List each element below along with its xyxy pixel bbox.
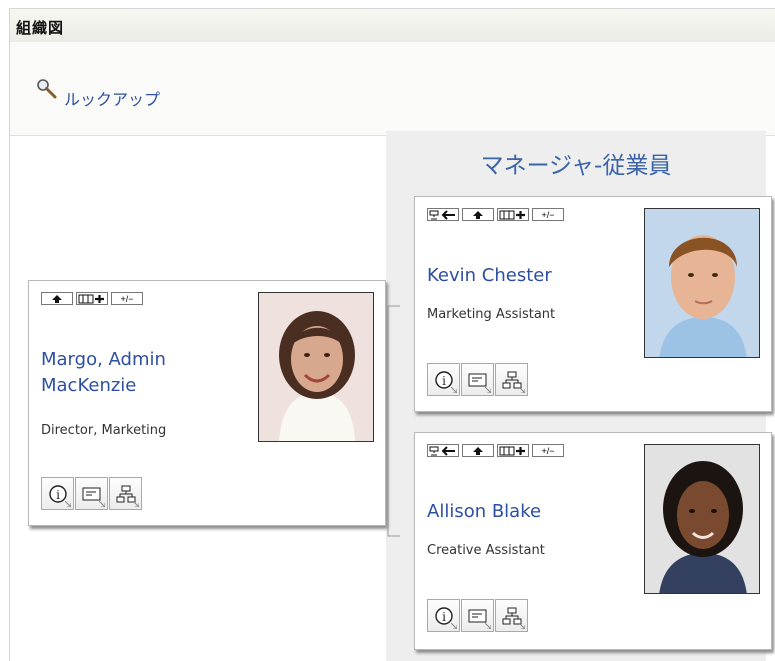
show-reports-icon <box>78 294 104 303</box>
svg-text:i: i <box>442 610 446 624</box>
employee-card: +/− Allison Blake Creative Assistant i <box>414 432 772 650</box>
portlet-title-bar: 組織図 <box>10 9 775 43</box>
employee-name[interactable]: Allison Blake <box>427 499 541 525</box>
email-icon <box>82 487 100 500</box>
email-button[interactable] <box>75 477 108 510</box>
manager-actions: i <box>41 477 143 510</box>
show-reports-button[interactable] <box>497 444 529 457</box>
info-button[interactable]: i <box>427 363 460 396</box>
lookup-panel: ルックアップ <box>10 42 775 136</box>
employee-name[interactable]: Kevin Chester <box>427 263 552 289</box>
info-button[interactable]: i <box>427 599 460 632</box>
manager-name[interactable]: Margo, Admin MacKenzie <box>41 347 251 399</box>
svg-text:i: i <box>442 374 446 388</box>
manager-photo <box>258 292 374 442</box>
employee-title: Marketing Assistant <box>427 307 556 322</box>
set-root-icon <box>429 445 455 456</box>
manager-toolbar: +/− <box>41 292 143 305</box>
show-reports-button[interactable] <box>76 292 108 305</box>
expand-collapse-button[interactable]: +/− <box>532 444 564 457</box>
show-reports-icon <box>499 210 525 219</box>
go-up-icon <box>52 294 62 303</box>
org-chart-icon <box>502 607 521 624</box>
employee-photo <box>644 444 760 594</box>
email-button[interactable] <box>461 363 494 396</box>
set-root-button[interactable] <box>427 208 459 221</box>
manager-card: +/− Margo, Admin MacKenzie Director, Mar… <box>28 280 386 526</box>
go-up-button[interactable] <box>41 292 73 305</box>
page-title: 組織図 <box>16 19 65 37</box>
lookup-label: ルックアップ <box>64 90 161 109</box>
employee-card: +/− Kevin Chester Marketing Assistant i <box>414 196 772 412</box>
group-title: マネージャ-従業員 <box>480 153 672 179</box>
manager-title: Director, Marketing <box>41 423 167 438</box>
employee-toolbar: +/− <box>427 444 564 457</box>
go-up-button[interactable] <box>462 208 494 221</box>
set-root-icon <box>429 209 455 220</box>
email-icon <box>468 609 486 622</box>
org-chart-button[interactable] <box>109 477 142 510</box>
magnifier-icon <box>37 79 57 99</box>
employee-actions: i <box>427 363 529 396</box>
employee-photo <box>644 208 760 358</box>
org-chart-icon <box>116 485 135 502</box>
go-up-icon <box>473 210 483 219</box>
employee-title: Creative Assistant <box>427 543 545 558</box>
org-chart-button[interactable] <box>495 599 528 632</box>
expand-collapse-button[interactable]: +/− <box>111 292 143 305</box>
org-chart-button[interactable] <box>495 363 528 396</box>
svg-text:i: i <box>56 488 60 502</box>
go-up-button[interactable] <box>462 444 494 457</box>
show-reports-icon <box>499 446 525 455</box>
org-chart-icon <box>502 371 521 388</box>
email-button[interactable] <box>461 599 494 632</box>
expand-collapse-button[interactable]: +/− <box>532 208 564 221</box>
employee-actions: i <box>427 599 529 632</box>
info-button[interactable]: i <box>41 477 74 510</box>
employee-toolbar: +/− <box>427 208 564 221</box>
show-reports-button[interactable] <box>497 208 529 221</box>
go-up-icon <box>473 446 483 455</box>
email-icon <box>468 373 486 386</box>
lookup-link[interactable]: ルックアップ <box>36 79 161 110</box>
set-root-button[interactable] <box>427 444 459 457</box>
